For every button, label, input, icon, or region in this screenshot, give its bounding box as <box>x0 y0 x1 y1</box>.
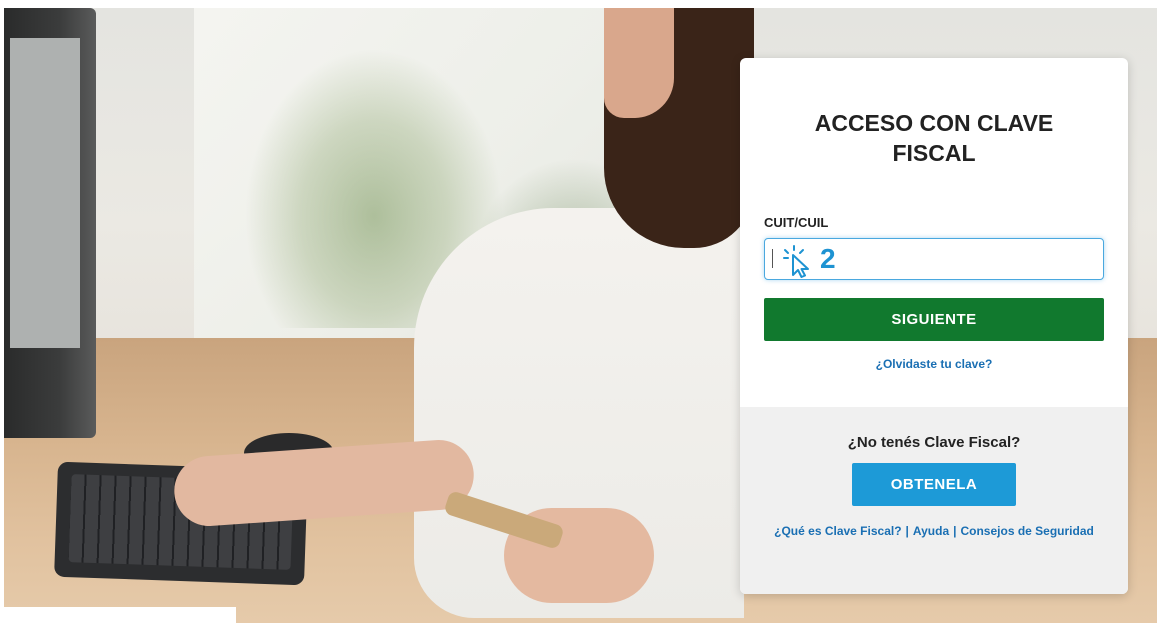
footer-links: ¿Qué es Clave Fiscal? | Ayuda | Consejos de … <box>770 522 1098 541</box>
link-separator: | <box>953 524 957 538</box>
security-tips-link[interactable]: Consejos de Seguridad <box>960 524 1093 538</box>
help-link[interactable]: Ayuda <box>913 524 949 538</box>
get-clave-button[interactable]: OBTENELA <box>852 463 1016 506</box>
cuit-label: CUIT/CUIL <box>764 215 829 230</box>
text-caret <box>772 249 773 268</box>
background-monitor-screen <box>10 38 80 348</box>
step-number-annotation: 2 <box>820 243 836 274</box>
link-separator: | <box>905 524 909 538</box>
click-cursor-icon <box>783 245 809 278</box>
background-monitor <box>4 8 96 438</box>
card-footer: ¿No tenés Clave Fiscal? OBTENELA ¿Qué es… <box>740 407 1128 594</box>
no-clave-heading: ¿No tenés Clave Fiscal? <box>847 434 1021 451</box>
bottom-strip <box>4 607 236 623</box>
next-button[interactable]: SIGUIENTE <box>764 298 1104 341</box>
forgot-password-link[interactable]: ¿Olvidaste tu clave? <box>740 357 1128 371</box>
login-card: ACCESO CON CLAVE FISCAL CUIT/CUIL 2 SIGU… <box>740 58 1128 594</box>
what-is-clave-link[interactable]: ¿Qué es Clave Fiscal? <box>774 524 901 538</box>
login-title: ACCESO CON CLAVE FISCAL <box>814 110 1054 166</box>
background-person-face <box>604 8 674 118</box>
